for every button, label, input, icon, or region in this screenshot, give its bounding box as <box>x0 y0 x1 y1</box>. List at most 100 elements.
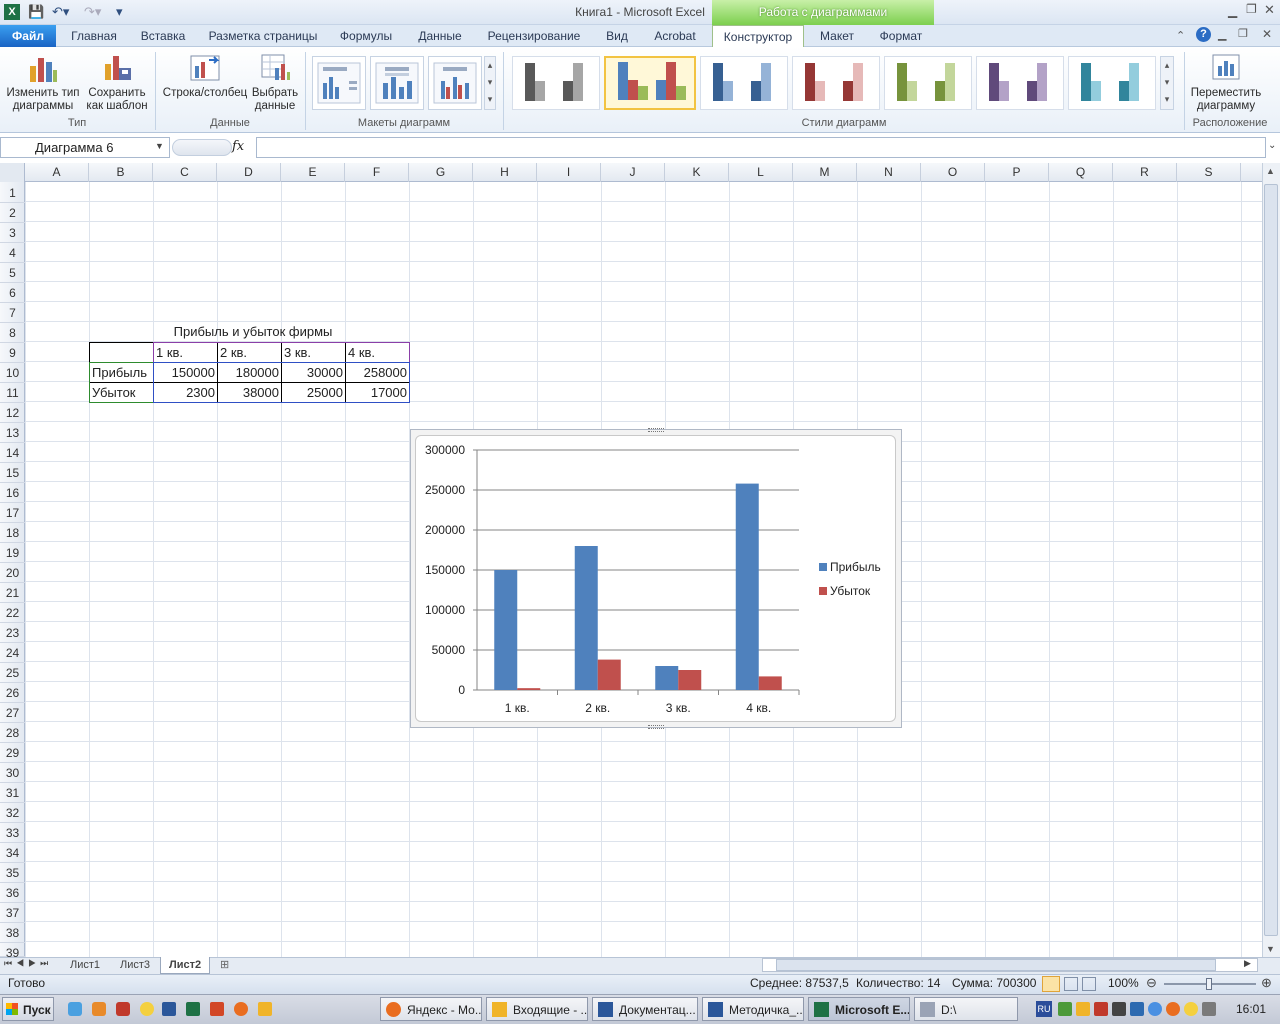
chart-style-selected[interactable] <box>604 56 696 110</box>
row-header-32[interactable]: 32 <box>0 803 25 823</box>
row-header-29[interactable]: 29 <box>0 743 25 763</box>
row-header-26[interactable]: 26 <box>0 683 25 703</box>
column-header-r[interactable]: R <box>1113 163 1177 182</box>
close-icon[interactable]: ✕ <box>1264 2 1275 18</box>
chart-resize-handle-top[interactable] <box>648 428 664 432</box>
row-header-4[interactable]: 4 <box>0 243 25 263</box>
undo-icon[interactable]: ↶▾ <box>52 3 69 21</box>
column-header-e[interactable]: E <box>281 163 345 182</box>
tab-layout[interactable]: Макет <box>810 25 864 47</box>
column-header-l[interactable]: L <box>729 163 793 182</box>
table-title[interactable]: Прибыль и убыток фирмы <box>153 322 353 342</box>
column-header-a[interactable]: A <box>25 163 89 182</box>
save-icon[interactable]: 💾 <box>28 3 44 21</box>
tab-data[interactable]: Данные <box>408 25 472 47</box>
scroll-up-icon[interactable]: ▲ <box>1266 166 1275 176</box>
column-header-s[interactable]: S <box>1177 163 1241 182</box>
tab-home[interactable]: Главная <box>62 25 126 47</box>
tab-format[interactable]: Формат <box>870 25 932 47</box>
column-header-d[interactable]: D <box>217 163 281 182</box>
tab-insert[interactable]: Вставка <box>132 25 194 47</box>
tab-view[interactable]: Вид <box>596 25 638 47</box>
insert-sheet-icon[interactable]: ⊞ <box>220 958 229 971</box>
chart-style-red[interactable] <box>792 56 880 110</box>
row-header-10[interactable]: 10 <box>0 363 25 383</box>
column-header-q[interactable]: Q <box>1049 163 1113 182</box>
row-header-1[interactable]: 1 <box>0 183 25 203</box>
minimize-icon[interactable]: ▁ <box>1228 4 1237 18</box>
row-header-16[interactable]: 16 <box>0 483 25 503</box>
tray-network-icon[interactable] <box>1058 1002 1072 1016</box>
row-header-15[interactable]: 15 <box>0 463 25 483</box>
tray-volume-icon[interactable] <box>1112 1002 1126 1016</box>
row-header-7[interactable]: 7 <box>0 303 25 323</box>
task-documentation[interactable]: Документац... <box>592 997 698 1021</box>
tray-app-icon[interactable] <box>1184 1002 1198 1016</box>
chart-layout-2[interactable] <box>370 56 424 110</box>
chart-style-teal[interactable] <box>1068 56 1156 110</box>
column-header-c[interactable]: C <box>153 163 217 182</box>
move-chart-button[interactable]: Переместить диаграмму <box>1186 52 1266 113</box>
column-header-b[interactable]: B <box>89 163 153 182</box>
row-header-13[interactable]: 13 <box>0 423 25 443</box>
column-header-i[interactable]: I <box>537 163 601 182</box>
insert-function-icon[interactable]: fx <box>232 139 244 154</box>
chart-style-purple[interactable] <box>976 56 1064 110</box>
column-header-f[interactable]: F <box>345 163 409 182</box>
help-icon[interactable]: ? <box>1196 27 1211 42</box>
row-header-2[interactable]: 2 <box>0 203 25 223</box>
row-header-20[interactable]: 20 <box>0 563 25 583</box>
horizontal-scroll-thumb[interactable] <box>776 959 1216 971</box>
row-header-36[interactable]: 36 <box>0 883 25 903</box>
page-layout-view-icon[interactable] <box>1064 977 1078 991</box>
layouts-scroll[interactable]: ▴ ▾ ▾ <box>484 56 496 110</box>
column-header-j[interactable]: J <box>601 163 665 182</box>
row-header-23[interactable]: 23 <box>0 623 25 643</box>
row-header-19[interactable]: 19 <box>0 543 25 563</box>
task-metodichka[interactable]: Методичка_... <box>702 997 804 1021</box>
vertical-scroll-thumb[interactable] <box>1264 184 1278 936</box>
name-box[interactable]: Диаграмма 6 <box>0 137 170 158</box>
select-data-button[interactable]: Выбрать данные <box>248 52 302 113</box>
chart-style-green[interactable] <box>884 56 972 110</box>
language-indicator[interactable]: RU <box>1036 1001 1052 1017</box>
row-header-24[interactable]: 24 <box>0 643 25 663</box>
tray-app-icon[interactable] <box>1166 1002 1180 1016</box>
row-header-31[interactable]: 31 <box>0 783 25 803</box>
expand-formula-icon[interactable]: ⌄ <box>1268 140 1276 151</box>
scroll-right-icon[interactable]: ▶ <box>1244 958 1251 969</box>
zoom-in-icon[interactable]: ⊕ <box>1261 975 1272 991</box>
row-header-35[interactable]: 35 <box>0 863 25 883</box>
row-header-33[interactable]: 33 <box>0 823 25 843</box>
quicklaunch-outlook-icon[interactable] <box>258 1002 272 1016</box>
quicklaunch-powerpoint-icon[interactable] <box>210 1002 224 1016</box>
tab-review[interactable]: Рецензирование <box>480 25 588 47</box>
name-box-dropdown-icon[interactable]: ▼ <box>155 141 164 151</box>
task-inbox[interactable]: Входящие - ... <box>486 997 588 1021</box>
normal-view-icon[interactable] <box>1042 976 1060 992</box>
task-drive-d[interactable]: D:\ <box>914 997 1018 1021</box>
row-header-17[interactable]: 17 <box>0 503 25 523</box>
zoom-level[interactable]: 100% <box>1108 976 1139 990</box>
tab-page-layout[interactable]: Разметка страницы <box>202 25 324 47</box>
tab-acrobat[interactable]: Acrobat <box>646 25 704 47</box>
tray-outlook-icon[interactable] <box>1076 1002 1090 1016</box>
row-header-28[interactable]: 28 <box>0 723 25 743</box>
sheet-nav-icons[interactable]: ⏮◀▶⏭ <box>4 958 52 969</box>
page-break-view-icon[interactable] <box>1082 977 1096 991</box>
tray-app-icon[interactable] <box>1130 1002 1144 1016</box>
quicklaunch-excel-icon[interactable] <box>186 1002 200 1016</box>
save-as-template-button[interactable]: Сохранить как шаблон <box>82 52 152 113</box>
tab-design[interactable]: Конструктор <box>712 25 804 48</box>
row-header-5[interactable]: 5 <box>0 263 25 283</box>
row-header-25[interactable]: 25 <box>0 663 25 683</box>
tab-file[interactable]: Файл <box>0 25 56 47</box>
row-header-38[interactable]: 38 <box>0 923 25 943</box>
column-header-g[interactable]: G <box>409 163 473 182</box>
row-header-9[interactable]: 9 <box>0 343 25 363</box>
row-header-39[interactable]: 39 <box>0 943 25 960</box>
column-header-o[interactable]: O <box>921 163 985 182</box>
styles-scroll[interactable]: ▴ ▾ ▾ <box>1160 56 1174 110</box>
row-header-30[interactable]: 30 <box>0 763 25 783</box>
switch-row-column-button[interactable]: Строка/столбец <box>160 52 250 100</box>
